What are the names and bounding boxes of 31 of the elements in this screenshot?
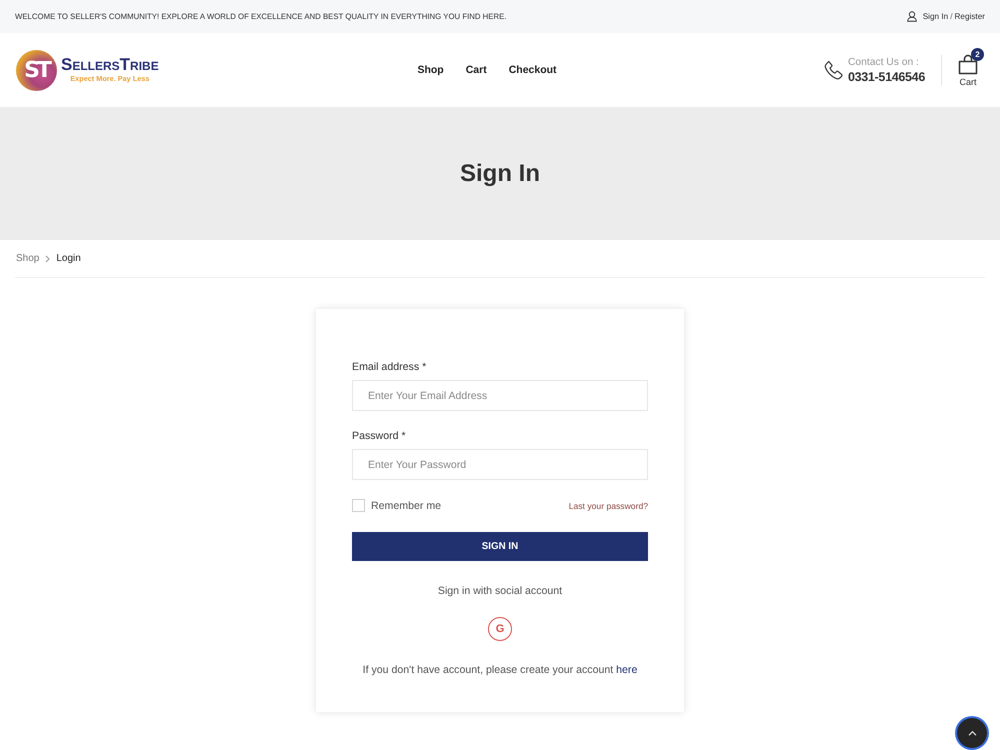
nav-link[interactable]: Cart — [466, 64, 487, 76]
sign-in-button[interactable]: SIGN IN — [352, 532, 648, 561]
scroll-to-top-button[interactable] — [957, 718, 987, 748]
cart-count-badge: 2 — [971, 48, 984, 60]
google-sign-in-button[interactable]: G — [488, 617, 512, 641]
input-field[interactable]: Enter Your Email Address — [352, 380, 648, 411]
social-heading: Sign in with social account — [436, 585, 564, 597]
forgot-password-link[interactable]: Last your password? — [568, 500, 648, 510]
field-label: Email address * — [352, 361, 428, 373]
register-prompt: If you don't have account, please create your account here — [362, 664, 638, 676]
remember-checkbox[interactable] — [352, 499, 365, 512]
logo-mark-icon: ST — [16, 50, 57, 90]
contact-label: Contact Us on : — [848, 56, 920, 68]
user-icon — [906, 11, 917, 22]
register-link[interactable]: Register — [954, 12, 985, 21]
breadcrumb-item[interactable]: Shop — [16, 253, 40, 264]
link-separator: / — [950, 12, 952, 21]
logo-name: SellersTribe — [61, 56, 159, 74]
field-label: Password * — [352, 430, 407, 442]
nav-link[interactable]: Shop — [417, 64, 444, 76]
remember-label: Remember me — [371, 500, 442, 512]
breadcrumb-item: Login — [56, 253, 81, 264]
phone-icon — [824, 60, 843, 80]
chevron-icon — [45, 254, 50, 262]
create-account-link[interactable]: here — [616, 664, 638, 676]
phone-number[interactable]: 0331-5146546 — [848, 68, 925, 84]
page-title: Sign In — [460, 160, 540, 188]
chevron-up-icon — [968, 730, 976, 736]
sign-in-link[interactable]: Sign In — [922, 12, 948, 21]
input-field[interactable]: Enter Your Password — [352, 449, 648, 480]
nav-link[interactable]: Checkout — [508, 64, 557, 76]
